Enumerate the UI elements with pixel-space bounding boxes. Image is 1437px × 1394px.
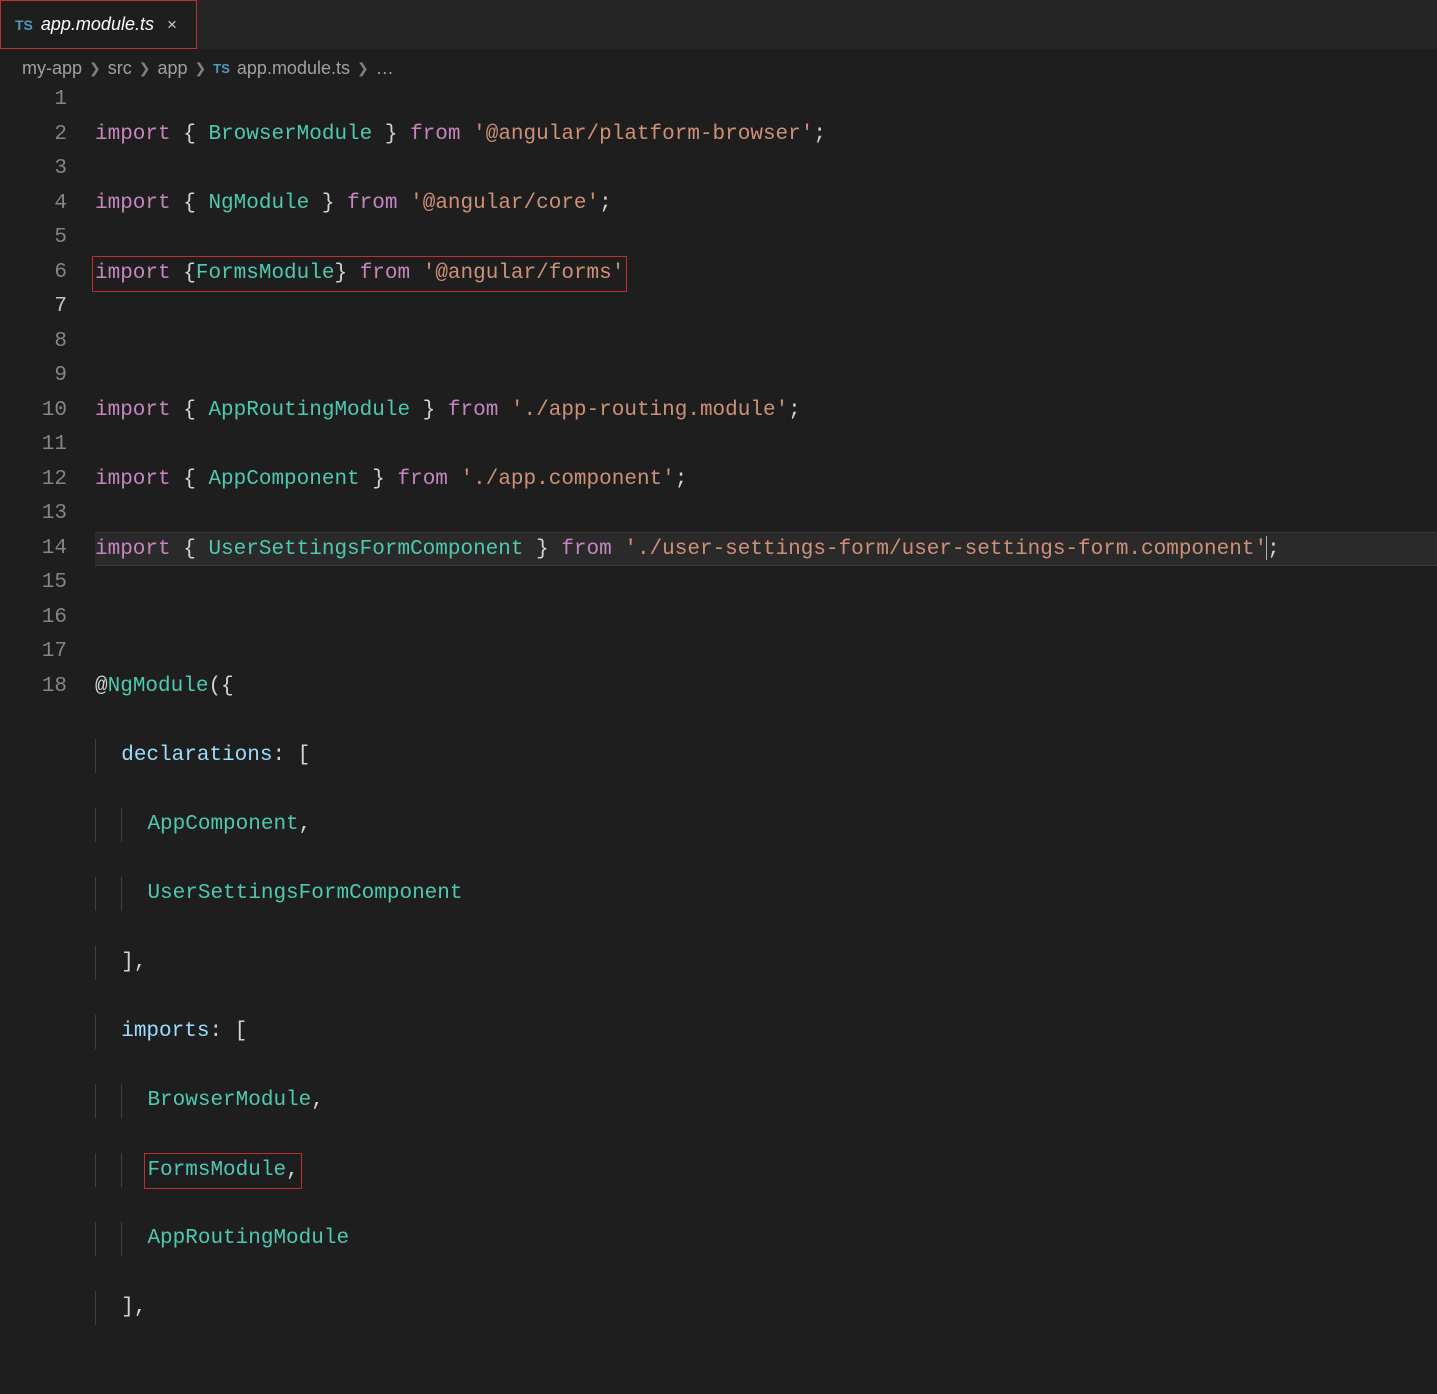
code-line[interactable]: imports: [	[95, 1015, 1437, 1050]
line-number: 13	[0, 497, 67, 532]
chevron-right-icon: ❯	[191, 60, 211, 77]
typescript-icon: TS	[213, 61, 230, 76]
line-number: 3	[0, 152, 67, 187]
line-number: 1	[0, 83, 67, 118]
close-icon[interactable]: ×	[162, 15, 182, 35]
code-line[interactable]: @NgModule({	[95, 670, 1437, 705]
code-line[interactable]: import {FormsModule} from '@angular/form…	[95, 256, 1437, 291]
code-line[interactable]: import { AppComponent } from './app.comp…	[95, 463, 1437, 498]
code-line[interactable]: UserSettingsFormComponent	[95, 877, 1437, 912]
chevron-right-icon: ❯	[85, 60, 105, 77]
code-line[interactable]: import { NgModule } from '@angular/core'…	[95, 187, 1437, 222]
code-content[interactable]: import { BrowserModule } from '@angular/…	[95, 83, 1437, 1394]
code-line[interactable]: AppRoutingModule	[95, 1222, 1437, 1257]
line-number: 16	[0, 601, 67, 636]
code-line[interactable]: import { AppRoutingModule } from './app-…	[95, 394, 1437, 429]
code-line[interactable]: declarations: [	[95, 739, 1437, 774]
line-number: 6	[0, 256, 67, 291]
line-number: 12	[0, 463, 67, 498]
editor-tab[interactable]: TS app.module.ts ×	[0, 0, 197, 49]
code-editor[interactable]: 123456789101112131415161718 import { Bro…	[0, 83, 1437, 1394]
tab-title: app.module.ts	[41, 14, 154, 35]
breadcrumb-item[interactable]: my-app	[22, 58, 82, 79]
code-line[interactable]: AppComponent,	[95, 808, 1437, 843]
breadcrumb-item[interactable]: app	[158, 58, 188, 79]
line-number: 10	[0, 394, 67, 429]
highlight-box: FormsModule,	[144, 1153, 301, 1190]
code-line[interactable]	[95, 601, 1437, 636]
typescript-icon: TS	[15, 17, 33, 33]
tab-bar: TS app.module.ts ×	[0, 0, 1437, 49]
line-number: 8	[0, 325, 67, 360]
highlight-box: import {FormsModule} from '@angular/form…	[92, 256, 627, 293]
code-line[interactable]	[95, 325, 1437, 360]
code-line-active[interactable]: import { UserSettingsFormComponent } fro…	[95, 532, 1437, 567]
breadcrumb-file[interactable]: app.module.ts	[237, 58, 350, 79]
breadcrumb[interactable]: my-app ❯ src ❯ app ❯ TS app.module.ts ❯ …	[0, 49, 1437, 83]
code-line[interactable]: FormsModule,	[95, 1153, 1437, 1188]
line-number-gutter: 123456789101112131415161718	[0, 83, 95, 1394]
breadcrumb-symbol[interactable]: …	[376, 58, 394, 79]
line-number: 9	[0, 359, 67, 394]
code-line[interactable]: ],	[95, 946, 1437, 981]
line-number: 18	[0, 670, 67, 705]
line-number: 2	[0, 118, 67, 153]
code-line[interactable]: ],	[95, 1291, 1437, 1326]
line-number: 15	[0, 566, 67, 601]
line-number: 5	[0, 221, 67, 256]
breadcrumb-item[interactable]: src	[108, 58, 132, 79]
line-number: 4	[0, 187, 67, 222]
line-number: 11	[0, 428, 67, 463]
chevron-right-icon: ❯	[353, 60, 373, 77]
line-number: 17	[0, 635, 67, 670]
code-line[interactable]: import { BrowserModule } from '@angular/…	[95, 118, 1437, 153]
chevron-right-icon: ❯	[135, 60, 155, 77]
line-number: 14	[0, 532, 67, 567]
code-line[interactable]: BrowserModule,	[95, 1084, 1437, 1119]
line-number: 7	[0, 290, 67, 325]
